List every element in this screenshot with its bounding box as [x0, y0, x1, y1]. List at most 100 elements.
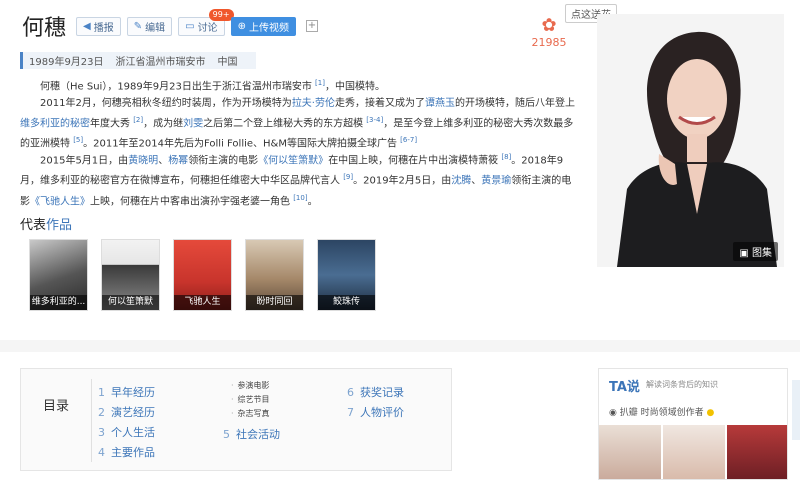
upload-video-button[interactable]: ⊕ 上传视频	[230, 16, 296, 36]
discuss-button[interactable]: ▭ 讨论 99+	[178, 8, 234, 36]
toc-text: 人物评价	[360, 406, 404, 419]
side-panel-edge	[792, 380, 800, 440]
toc-item[interactable]: 6 获奖记录	[347, 383, 404, 403]
portrait-image[interactable]: ▣ 图集	[597, 14, 784, 267]
works-heading-link[interactable]: 作品	[46, 218, 72, 233]
link-ralph-lauren[interactable]: 拉夫·劳伦	[292, 98, 335, 109]
basic-info-bar: 1989年9月23日 浙江省温州市瑞安市 中国	[20, 52, 256, 69]
toc-num: 5	[223, 428, 230, 441]
toc-item[interactable]: 4 主要作品	[98, 443, 155, 463]
citation[interactable]: [9]	[343, 173, 353, 181]
text: 年度大秀	[90, 118, 134, 130]
citation[interactable]: [1]	[315, 79, 325, 87]
page-title: 何穗	[22, 16, 67, 41]
toc-text: 获奖记录	[360, 386, 404, 399]
add-icon[interactable]: +	[305, 20, 318, 32]
upload-icon: ⊕	[237, 20, 246, 32]
citation[interactable]: [5]	[73, 136, 83, 144]
section-divider	[0, 340, 800, 352]
toc-subitem[interactable]: 杂志写真	[231, 407, 280, 421]
pencil-icon: ✎	[133, 20, 143, 32]
author-avatar-icon: ◉	[609, 408, 620, 418]
broadcast-button[interactable]: ◀ 播报	[76, 16, 121, 36]
toc-column-2: 参演电影 综艺节目 杂志写真 5 社会活动	[223, 379, 280, 445]
text: 。2011年至2014年先后为Folli Follie、H&M等国际大牌拍摄全球…	[83, 138, 401, 150]
link-film-feichi[interactable]: 《飞驰人生》	[30, 196, 90, 207]
citation[interactable]: [8]	[501, 153, 511, 161]
text: 的开场模特，随后八年登上	[455, 98, 575, 109]
toc-subitem[interactable]: 参演电影	[231, 379, 280, 393]
table-of-contents: 目录 1 早年经历 2 演艺经历 3 个人生活 4 主要作品 参演电影 综艺节目 杂志写…	[20, 368, 452, 471]
toc-text: 演艺经历	[111, 406, 155, 419]
send-flower-button[interactable]: ✿ 21985	[531, 15, 567, 49]
work-title: 鲛珠传	[318, 295, 375, 310]
broadcast-label: 播报	[93, 22, 114, 34]
work-title: 盼时同回	[246, 295, 303, 310]
link-film-heyi[interactable]: 《何以笙箫默》	[258, 155, 328, 166]
works-heading-prefix: 代表	[20, 218, 47, 233]
text: 走秀，接着又成为了	[335, 98, 425, 109]
thumbnail-image[interactable]	[663, 425, 725, 479]
link-shen-teng[interactable]: 沈腾	[451, 176, 471, 187]
ta-author[interactable]: ◉ 扒瓣 时尚领域创作者 ●	[609, 405, 714, 418]
toc-label: 目录	[43, 399, 70, 414]
toc-subitem[interactable]: 综艺节目	[231, 393, 280, 407]
work-card[interactable]: 飞驰人生	[173, 239, 232, 311]
edit-button[interactable]: ✎ 编辑	[126, 16, 173, 36]
portrait-illustration	[597, 14, 784, 267]
toc-item[interactable]: 2 演艺经历	[98, 403, 155, 423]
text: ，中国模特。	[324, 81, 385, 93]
toc-text: 主要作品	[111, 446, 155, 459]
thumbnail-image[interactable]	[599, 425, 661, 479]
text: 上映，何穗在片中客串出演孙宇强老婆一角色	[90, 195, 294, 207]
work-card[interactable]: 盼时同回	[245, 239, 304, 311]
toc-text: 个人生活	[111, 426, 155, 439]
toc-item[interactable]: 1 早年经历	[98, 383, 155, 403]
gallery-label: 图集	[752, 248, 772, 259]
work-card[interactable]: 何以笙箫默	[101, 239, 160, 311]
citation[interactable]: [3-4]	[366, 116, 383, 124]
flower-icon: ✿	[541, 15, 557, 36]
toc-num: 1	[98, 386, 105, 399]
works-list: 维多利亚的... 何以笙箫默 飞驰人生 盼时同回 鲛珠传	[29, 239, 389, 311]
text: 在中国上映，何穗在片中出演模特萧筱	[328, 155, 502, 167]
thumbnail-image[interactable]	[727, 425, 787, 479]
text: 领衔主演的电影	[188, 155, 259, 167]
link-huang-jingyu[interactable]: 黄景瑜	[481, 176, 511, 187]
upload-label: 上传视频	[248, 22, 289, 34]
text: 、	[158, 155, 169, 167]
work-title: 维多利亚的...	[30, 295, 87, 310]
work-card[interactable]: 维多利亚的...	[29, 239, 88, 311]
flower-count: 21985	[531, 36, 567, 49]
toc-item[interactable]: 3 个人生活	[98, 423, 155, 443]
toc-num: 3	[98, 426, 105, 439]
text: 何穗（He Sui），1989年9月23日出生于浙江省温州市瑞安市	[40, 81, 316, 93]
works-heading: 代表作品	[20, 214, 72, 233]
discuss-label: 讨论	[197, 22, 218, 34]
toc-column-3: 6 获奖记录 7 人物评价	[347, 383, 404, 423]
link-tan-yanyu[interactable]: 谭燕玉	[425, 98, 455, 109]
link-yang-mi[interactable]: 杨幂	[168, 155, 188, 166]
speaker-icon: ◀	[83, 20, 91, 32]
citation[interactable]: [6-7]	[400, 136, 417, 144]
text: ，成为继	[143, 118, 184, 130]
work-card[interactable]: 鲛珠传	[317, 239, 376, 311]
discuss-badge: 99+	[208, 8, 234, 21]
toc-num: 7	[347, 406, 354, 419]
text: 。2019年2月5日，由	[353, 175, 452, 187]
link-liu-wen[interactable]: 刘雯	[183, 118, 203, 129]
citation[interactable]: [2]	[133, 116, 143, 124]
gallery-button[interactable]: ▣ 图集	[733, 242, 778, 261]
birth-place: 浙江省温州市瑞安市	[115, 57, 206, 68]
career-paragraph: 2011年2月，何穗亮相秋冬纽约时装周，作为开场模特为拉夫·劳伦走秀，接着又成为…	[20, 96, 580, 153]
edit-label: 编辑	[145, 22, 166, 34]
toc-text: 社会活动	[236, 428, 280, 441]
citation[interactable]: [10]	[293, 194, 307, 202]
link-victorias-secret[interactable]: 维多利亚的秘密	[20, 118, 90, 129]
toc-item[interactable]: 7 人物评价	[347, 403, 404, 423]
ta-thumbnails	[599, 425, 787, 479]
toc-num: 4	[98, 446, 105, 459]
link-huang-xiaoming[interactable]: 黄晓明	[128, 155, 158, 166]
toc-item[interactable]: 5 社会活动	[223, 425, 280, 445]
birth-date: 1989年9月23日	[29, 57, 104, 68]
